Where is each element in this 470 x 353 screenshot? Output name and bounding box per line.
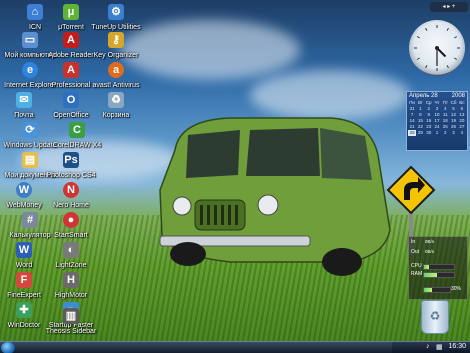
- disk-usage-percent: 30%: [451, 286, 462, 292]
- word-icon: W: [16, 242, 32, 258]
- recycle-bin-gadget-icon: ♻: [429, 309, 441, 323]
- desktop-icon-label: Nero Home: [53, 202, 89, 209]
- desktop-icon-label: StartSmart: [54, 232, 88, 239]
- desktop-icon-label: CorelDRAW X4: [52, 142, 102, 149]
- computer-icon: ▭: [22, 32, 38, 48]
- desktop-icon-label: Key Organizer: [93, 52, 139, 59]
- calendar-day[interactable]: 29: [416, 130, 424, 136]
- nero-icon: N: [63, 182, 79, 198]
- tuneup-icon: ⚙: [108, 4, 124, 20]
- clock-tick: [446, 65, 449, 69]
- windows-update-icon: ⟳: [22, 122, 38, 138]
- calendar-days: 31 1 2 3 4 5 6 7 8 9 10 11 12 13 14 15 16 17 18 19 20 21 22 23 2…: [407, 106, 467, 136]
- system-tray: ♪ ▦ 16:30: [392, 342, 470, 353]
- add-gadget-icon[interactable]: +: [452, 4, 456, 10]
- calculator-icon: #: [22, 212, 38, 228]
- clock-tick: [416, 36, 420, 39]
- taskbar: ♪ ▦ 16:30: [0, 341, 470, 353]
- desktop-icon-label: LightZone: [55, 262, 87, 269]
- desktop-icon-label: HighMotor: [54, 292, 88, 299]
- webmoney-icon: W: [16, 182, 32, 198]
- calendar-day[interactable]: 3: [449, 130, 457, 136]
- desktop-icon-label: Photoshop CS4: [46, 172, 96, 179]
- calendar-day[interactable]: 30: [425, 130, 433, 136]
- desktop-icon-recycle-bin[interactable]: ♻ Корзина: [86, 92, 146, 132]
- openoffice-icon: O: [63, 92, 79, 108]
- ram-usage-bar: [423, 272, 455, 278]
- clock-tick: [446, 27, 449, 31]
- windoctor-icon: ✚: [16, 302, 32, 318]
- cpu-usage-bar: [423, 264, 455, 270]
- desktop-icon-label: Theosis Sidebar: [45, 328, 97, 335]
- desktop-icon-label: TuneUp Utilities: [91, 24, 141, 31]
- ram-label: RAM: [411, 271, 423, 277]
- highmotor-icon: H: [63, 272, 79, 288]
- clock-tick: [454, 36, 458, 39]
- clock-tick: [425, 27, 428, 31]
- system-monitor-gadget[interactable]: In 0B/s Out 0B/s CPU RAM 30%: [408, 236, 468, 300]
- documents-folder-icon: ▤: [22, 152, 38, 168]
- calendar-month: Апрель 28: [409, 93, 438, 99]
- desktop-icon-label: Корзина: [102, 112, 130, 119]
- calendar-day[interactable]: 2: [441, 130, 449, 136]
- previous-page-icon[interactable]: ◂: [443, 4, 446, 10]
- network-out-label: Out: [411, 249, 420, 255]
- start-button[interactable]: [1, 342, 15, 353]
- clock-gadget[interactable]: [409, 20, 465, 76]
- taskbar-clock[interactable]: 16:30: [448, 343, 466, 350]
- sidebar-icon: ▥: [63, 308, 79, 324]
- calendar-header: Апрель 28 2008: [407, 92, 467, 100]
- adobe-reader-icon: A: [63, 32, 79, 48]
- acrobat-professional-icon: A: [63, 62, 79, 78]
- network-in-value: 0B/s: [425, 239, 435, 244]
- clock-tick: [416, 57, 420, 60]
- calendar-day[interactable]: 4: [458, 130, 466, 136]
- photoshop-icon: Ps: [63, 152, 79, 168]
- recycle-bin-gadget[interactable]: ♻: [421, 300, 449, 334]
- internet-explorer-icon: e: [22, 62, 38, 78]
- cpu-usage-fill: [424, 265, 430, 269]
- key-organizer-icon: ⚷: [108, 32, 124, 48]
- clock-tick: [454, 57, 458, 60]
- desktop-icon-label: avast! Antivirus: [92, 82, 140, 89]
- calendar-year: 2008: [451, 93, 465, 99]
- desktop[interactable]: ⌂ ICN ▭ Мой компьютер e Internet Explore…: [0, 0, 470, 353]
- mail-icon: ✉: [16, 92, 32, 108]
- network-tray-icon[interactable]: ▦: [436, 343, 443, 351]
- network-in-label: In: [411, 239, 416, 245]
- next-page-icon[interactable]: ▸: [447, 4, 450, 10]
- network-out-value: 0B/s: [425, 249, 435, 254]
- volume-icon[interactable]: ♪: [426, 343, 430, 350]
- startsmart-icon: ●: [63, 212, 79, 228]
- calendar-day[interactable]: 1: [433, 130, 441, 136]
- calendar-gadget[interactable]: Апрель 28 2008 Пн Вт Ср Чт Пт Сб Вс 31 1 2 3 4 5 6 7 8…: [406, 91, 468, 151]
- coreldraw-icon: C: [69, 122, 85, 138]
- recycle-bin-icon: ♻: [108, 92, 124, 108]
- lightzone-icon: ◐: [63, 242, 79, 258]
- fineexpert-icon: F: [16, 272, 32, 288]
- calendar-day[interactable]: 28: [408, 130, 417, 136]
- cpu-label: CPU: [411, 263, 422, 269]
- clock-tick: [425, 65, 428, 69]
- disk-usage-bar: [423, 287, 451, 293]
- avast-icon: a: [108, 62, 124, 78]
- clock-face: [414, 25, 460, 71]
- ram-usage-fill: [424, 273, 437, 277]
- sidebar-controls[interactable]: ◂ ▸ +: [430, 2, 468, 12]
- utorrent-icon: μ: [63, 4, 79, 20]
- disk-usage-fill: [424, 288, 432, 292]
